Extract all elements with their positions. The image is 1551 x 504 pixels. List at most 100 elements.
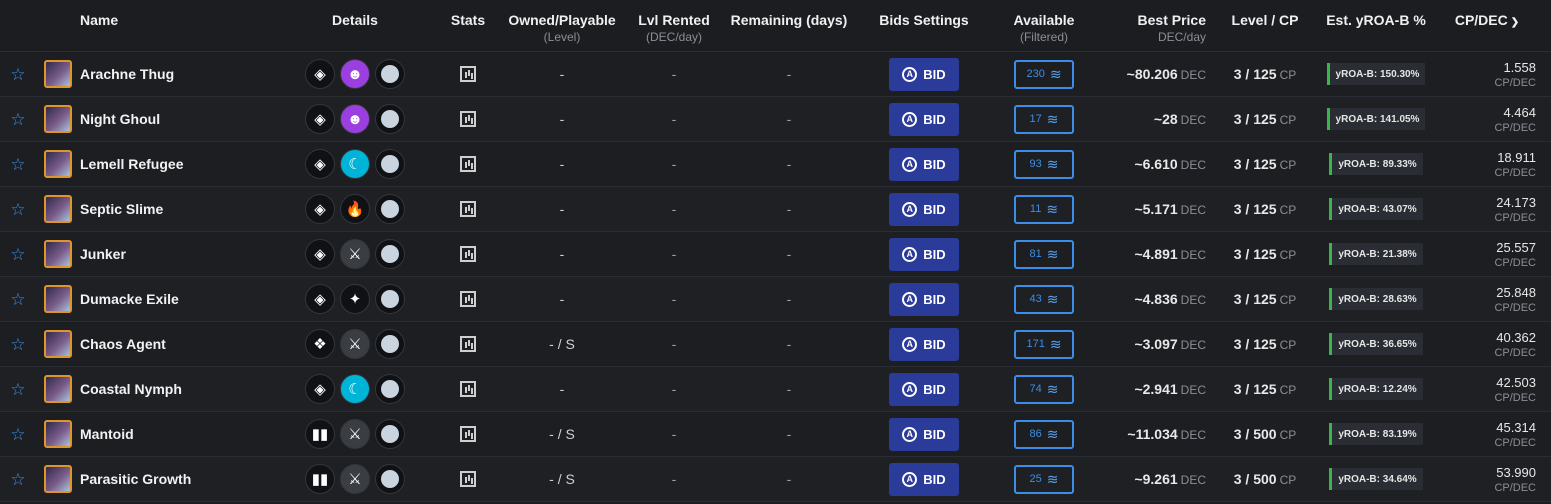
- bid-button[interactable]: A BID: [889, 192, 959, 226]
- available-button[interactable]: 25 ≋: [1014, 464, 1074, 494]
- available-button[interactable]: 11 ≋: [1014, 194, 1074, 224]
- favorite-star-icon[interactable]: ☆: [0, 291, 36, 308]
- card-name[interactable]: Night Ghoul: [80, 111, 274, 127]
- bid-button[interactable]: A BID: [889, 327, 959, 361]
- favorite-star-icon[interactable]: ☆: [0, 66, 36, 83]
- available-button[interactable]: 43 ≋: [1014, 284, 1074, 314]
- stats-icon[interactable]: [436, 471, 500, 487]
- card-market-table: Name Details Stats Owned/Playable (Level…: [0, 0, 1551, 502]
- header-available[interactable]: Available (Filtered): [994, 0, 1094, 44]
- header-yroa[interactable]: Est. yROA-B %: [1314, 0, 1438, 28]
- stats-icon[interactable]: [436, 111, 500, 127]
- card-name[interactable]: Junker: [80, 246, 274, 262]
- bid-button-label: BID: [923, 291, 946, 307]
- bid-button[interactable]: A BID: [889, 57, 959, 91]
- favorite-star-icon[interactable]: ☆: [0, 246, 36, 263]
- bid-button[interactable]: A BID: [889, 372, 959, 406]
- header-remaining[interactable]: Remaining (days): [724, 0, 854, 28]
- stats-icon[interactable]: [436, 336, 500, 352]
- best-price: ~11.034 DEC: [1094, 426, 1206, 442]
- table-row: ☆ Septic Slime ◈ 🔥 - - - A BID 11 ≋ ~5.1…: [0, 187, 1551, 232]
- favorite-star-icon[interactable]: ☆: [0, 381, 36, 398]
- bid-button[interactable]: A BID: [889, 462, 959, 496]
- rarity-icon: [375, 374, 405, 404]
- available-button[interactable]: 93 ≋: [1014, 149, 1074, 179]
- stats-icon[interactable]: [436, 426, 500, 442]
- bid-button[interactable]: A BID: [889, 282, 959, 316]
- cpdec-cell: 53.990 CP/DEC: [1438, 465, 1536, 494]
- yroa-cell: yROA-B: 36.65%: [1314, 333, 1438, 355]
- bid-button[interactable]: A BID: [889, 237, 959, 271]
- favorite-star-icon[interactable]: ☆: [0, 111, 36, 128]
- card-name[interactable]: Chaos Agent: [80, 336, 274, 352]
- table-row: ☆ Night Ghoul ◈ ☻ - - - A BID 17 ≋ ~28 DE…: [0, 97, 1551, 142]
- available-cell: 86 ≋: [994, 419, 1094, 449]
- layers-icon: ≋: [1046, 111, 1059, 127]
- stats-icon[interactable]: [436, 156, 500, 172]
- bid-button-label: BID: [923, 66, 946, 82]
- element-icon: ☾: [340, 374, 370, 404]
- header-level-cp[interactable]: Level / CP: [1206, 0, 1314, 28]
- cart-cell: 🛒: [1536, 239, 1551, 270]
- element-icon: ☻: [340, 104, 370, 134]
- favorite-star-icon[interactable]: ☆: [0, 471, 36, 488]
- yroa-badge: yROA-B: 89.33%: [1329, 153, 1423, 175]
- rarity-icon: [375, 104, 405, 134]
- favorite-star-icon[interactable]: ☆: [0, 336, 36, 353]
- stats-icon[interactable]: [436, 291, 500, 307]
- stats-icon[interactable]: [436, 66, 500, 82]
- available-button[interactable]: 230 ≋: [1014, 59, 1074, 89]
- element-icon: ⚔: [340, 329, 370, 359]
- bid-cell: A BID: [854, 372, 994, 406]
- layers-icon: ≋: [1049, 336, 1062, 352]
- stats-icon[interactable]: [436, 246, 500, 262]
- stats-icon[interactable]: [436, 201, 500, 217]
- card-name[interactable]: Septic Slime: [80, 201, 274, 217]
- card-name[interactable]: Mantoid: [80, 426, 274, 442]
- favorite-star-icon[interactable]: ☆: [0, 426, 36, 443]
- stats-icon[interactable]: [436, 381, 500, 397]
- cart-cell: 🛒: [1536, 284, 1551, 315]
- card-details: ◈ ☾: [274, 149, 436, 179]
- header-owned[interactable]: Owned/Playable (Level): [500, 0, 624, 44]
- card-avatar: [36, 105, 80, 133]
- card-avatar: [36, 285, 80, 313]
- card-name[interactable]: Coastal Nymph: [80, 381, 274, 397]
- cpdec-value: 25.848: [1496, 284, 1536, 300]
- available-count: 81: [1029, 248, 1042, 260]
- card-details: ◈ 🔥: [274, 194, 436, 224]
- available-button[interactable]: 171 ≋: [1014, 329, 1074, 359]
- best-price: ~4.836 DEC: [1094, 291, 1206, 307]
- available-count: 230: [1026, 68, 1045, 80]
- best-price-value: ~6.610: [1134, 156, 1178, 172]
- edition-icon: ❖: [305, 329, 335, 359]
- favorite-star-icon[interactable]: ☆: [0, 201, 36, 218]
- header-name[interactable]: Name: [80, 0, 274, 28]
- card-name[interactable]: Dumacke Exile: [80, 291, 274, 307]
- available-button[interactable]: 74 ≋: [1014, 374, 1074, 404]
- available-button[interactable]: 81 ≋: [1014, 239, 1074, 269]
- available-cell: 43 ≋: [994, 284, 1094, 314]
- available-button[interactable]: 86 ≋: [1014, 419, 1074, 449]
- rarity-icon: [375, 194, 405, 224]
- layers-icon: ≋: [1046, 471, 1059, 487]
- bid-button[interactable]: A BID: [889, 417, 959, 451]
- card-name[interactable]: Parasitic Growth: [80, 471, 274, 487]
- header-rented[interactable]: Lvl Rented (DEC/day): [624, 0, 724, 44]
- level-cp-unit: CP: [1279, 473, 1297, 487]
- card-name[interactable]: Arachne Thug: [80, 66, 274, 82]
- bid-button[interactable]: A BID: [889, 102, 959, 136]
- rented-value: -: [671, 471, 677, 487]
- best-price: ~9.261 DEC: [1094, 471, 1206, 487]
- favorite-star-icon[interactable]: ☆: [0, 156, 36, 173]
- card-name[interactable]: Lemell Refugee: [80, 156, 274, 172]
- rented-value: -: [671, 66, 677, 82]
- bid-cell: A BID: [854, 417, 994, 451]
- header-best-price[interactable]: Best Price DEC/day: [1094, 0, 1206, 44]
- level-cp-value: 3 / 125: [1233, 381, 1277, 397]
- available-button[interactable]: 17 ≋: [1014, 104, 1074, 134]
- cpdec-cell: 42.503 CP/DEC: [1438, 375, 1536, 404]
- rented-value: -: [671, 381, 677, 397]
- bid-button[interactable]: A BID: [889, 147, 959, 181]
- header-cpdec[interactable]: CP/DEC ❯: [1438, 0, 1536, 28]
